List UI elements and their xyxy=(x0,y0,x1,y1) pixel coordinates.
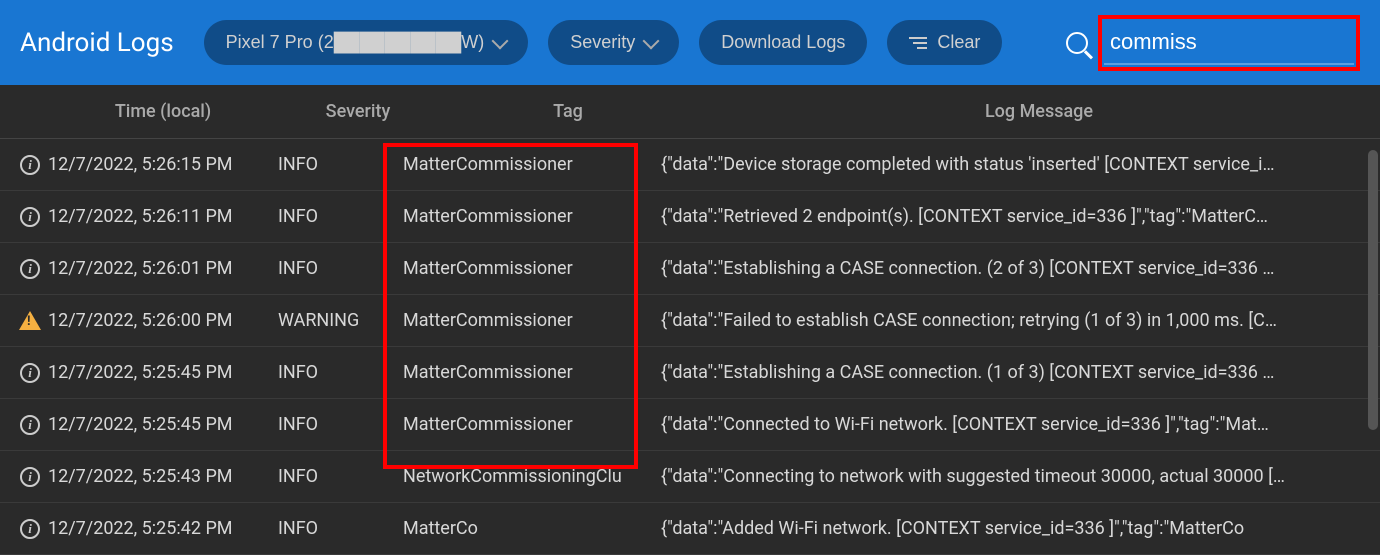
cell-message: {"data":"Failed to establish CASE connec… xyxy=(661,310,1380,331)
col-header-severity: Severity xyxy=(278,101,438,122)
device-selector[interactable]: Pixel 7 Pro (2██████████W) xyxy=(204,20,529,65)
clear-button[interactable]: Clear xyxy=(887,20,1002,65)
row-icon-wrap: i xyxy=(12,207,48,227)
cell-tag: MatterCommissioner xyxy=(403,414,661,435)
cell-time: 12/7/2022, 5:25:45 PM xyxy=(48,362,278,383)
table-row[interactable]: i 12/7/2022, 5:25:43 PMINFONetworkCommiss… xyxy=(0,451,1380,503)
cell-tag: MatterCommissioner xyxy=(403,310,661,331)
row-icon-wrap: i xyxy=(12,155,48,175)
table-row[interactable]: i 12/7/2022, 5:25:45 PMINFOMatterCommissi… xyxy=(0,399,1380,451)
col-header-time: Time (local) xyxy=(48,101,278,122)
table-row[interactable]: i 12/7/2022, 5:25:42 PMINFOMatterCo{"data… xyxy=(0,503,1380,555)
cell-time: 12/7/2022, 5:25:42 PM xyxy=(48,518,278,539)
cell-time: 12/7/2022, 5:26:00 PM xyxy=(48,310,278,331)
log-rows: i12/7/2022, 5:26:15 PMINFOMatterCommissi… xyxy=(0,139,1380,555)
info-icon: i xyxy=(20,207,40,227)
row-icon-wrap: i xyxy=(12,519,48,539)
cell-message: {"data":"Establishing a CASE connection.… xyxy=(661,258,1380,279)
search-highlight xyxy=(1098,15,1360,71)
table-row[interactable]: i 12/7/2022, 5:26:15 PMINFOMatterCommissi… xyxy=(0,139,1380,191)
cell-severity: WARNING xyxy=(278,310,403,331)
cell-tag: MatterCommissioner xyxy=(403,258,661,279)
cell-message: {"data":"Connecting to network with sugg… xyxy=(661,466,1380,487)
info-icon: i xyxy=(20,519,40,539)
cell-tag: NetworkCommissioningClu xyxy=(403,466,661,487)
download-logs-button[interactable]: Download Logs xyxy=(699,20,867,65)
severity-label: Severity xyxy=(570,32,635,53)
row-icon-wrap: i xyxy=(12,415,48,435)
chevron-down-icon xyxy=(492,32,509,49)
cell-message: {"data":"Added Wi-Fi network. [CONTEXT s… xyxy=(661,518,1380,539)
cell-time: 12/7/2022, 5:26:01 PM xyxy=(48,258,278,279)
cell-message: {"data":"Device storage completed with s… xyxy=(661,154,1380,175)
cell-message: {"data":"Connected to Wi-Fi network. [CO… xyxy=(661,414,1380,435)
warning-icon xyxy=(19,311,41,330)
cell-message: {"data":"Retrieved 2 endpoint(s). [CONTE… xyxy=(661,206,1380,227)
cell-severity: INFO xyxy=(278,362,403,383)
cell-time: 12/7/2022, 5:26:11 PM xyxy=(48,206,278,227)
table-row[interactable]: i 12/7/2022, 5:25:45 PMINFOMatterCommissi… xyxy=(0,347,1380,399)
header-bar: Android Logs Pixel 7 Pro (2██████████W) … xyxy=(0,0,1380,85)
page-title: Android Logs xyxy=(20,28,174,58)
cell-severity: INFO xyxy=(278,414,403,435)
clear-icon xyxy=(909,37,927,49)
col-header-message: Log Message xyxy=(698,101,1380,122)
col-header-tag: Tag xyxy=(438,101,698,122)
cell-tag: MatterCo xyxy=(403,518,661,539)
cell-severity: INFO xyxy=(278,154,403,175)
cell-tag: MatterCommissioner xyxy=(403,154,661,175)
search-input[interactable] xyxy=(1104,21,1354,65)
table-row[interactable]: i 12/7/2022, 5:26:01 PMINFOMatterCommissi… xyxy=(0,243,1380,295)
row-icon-wrap xyxy=(12,311,48,330)
info-icon: i xyxy=(20,467,40,487)
table-row[interactable]: 12/7/2022, 5:26:00 PMWARNINGMatterCommis… xyxy=(0,295,1380,347)
table-row[interactable]: i 12/7/2022, 5:26:11 PMINFOMatterCommissi… xyxy=(0,191,1380,243)
search-icon xyxy=(1066,32,1088,54)
cell-time: 12/7/2022, 5:25:45 PM xyxy=(48,414,278,435)
search-wrap xyxy=(1066,15,1360,71)
cell-severity: INFO xyxy=(278,206,403,227)
cell-severity: INFO xyxy=(278,258,403,279)
cell-message: {"data":"Establishing a CASE connection.… xyxy=(661,362,1380,383)
cell-time: 12/7/2022, 5:25:43 PM xyxy=(48,466,278,487)
cell-severity: INFO xyxy=(278,518,403,539)
row-icon-wrap: i xyxy=(12,467,48,487)
row-icon-wrap: i xyxy=(12,363,48,383)
info-icon: i xyxy=(20,363,40,383)
severity-selector[interactable]: Severity xyxy=(548,20,679,65)
row-icon-wrap: i xyxy=(12,259,48,279)
chevron-down-icon xyxy=(643,32,660,49)
cell-tag: MatterCommissioner xyxy=(403,206,661,227)
info-icon: i xyxy=(20,415,40,435)
info-icon: i xyxy=(20,155,40,175)
table-header: Time (local) Severity Tag Log Message xyxy=(0,85,1380,139)
scrollbar[interactable] xyxy=(1368,150,1378,430)
cell-severity: INFO xyxy=(278,466,403,487)
device-name: Pixel 7 Pro (2██████████W) xyxy=(226,32,485,53)
cell-tag: MatterCommissioner xyxy=(403,362,661,383)
cell-time: 12/7/2022, 5:26:15 PM xyxy=(48,154,278,175)
info-icon: i xyxy=(20,259,40,279)
